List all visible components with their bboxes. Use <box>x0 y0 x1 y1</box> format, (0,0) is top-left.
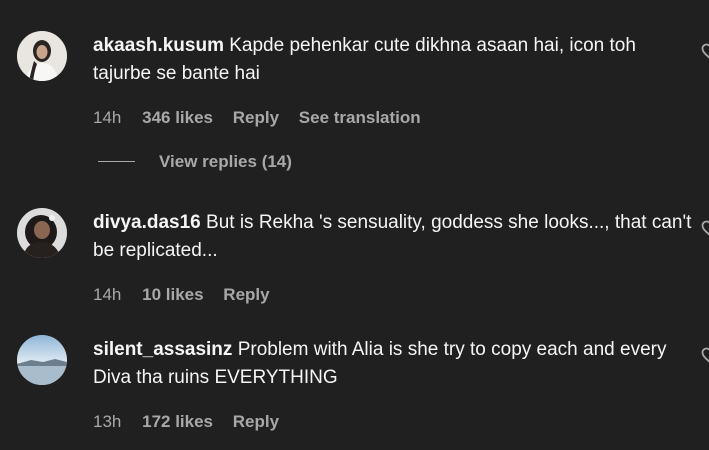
comment-time: 14h <box>93 108 122 127</box>
see-translation-button[interactable]: See translation <box>299 106 421 130</box>
comment-text: akaash.kusum Kapde pehenkar cute dikhna … <box>93 31 693 88</box>
comment-time: 14h <box>93 285 122 304</box>
avatar[interactable] <box>17 335 67 385</box>
comment-username[interactable]: silent_assasinz <box>93 339 232 360</box>
comment-body: silent_assasinz Problem with Alia is she… <box>93 335 693 434</box>
avatar-image <box>17 208 67 258</box>
view-replies-line <box>98 161 135 163</box>
view-replies-button[interactable]: View replies (14) <box>98 150 292 174</box>
avatar[interactable] <box>17 208 67 258</box>
heart-icon[interactable] <box>701 347 709 365</box>
comment-body: divya.das16 But is Rekha 's sensuality, … <box>93 208 693 307</box>
comment-body: akaash.kusum Kapde pehenkar cute dikhna … <box>93 31 693 130</box>
comment-meta: 14h 10 likes Reply <box>93 283 693 307</box>
reply-button[interactable]: Reply <box>233 410 279 434</box>
comment-text: divya.das16 But is Rekha 's sensuality, … <box>93 208 693 265</box>
heart-icon[interactable] <box>701 220 709 238</box>
comment-meta: 13h 172 likes Reply <box>93 410 693 434</box>
comment-likes[interactable]: 10 likes <box>142 283 203 307</box>
heart-icon[interactable] <box>701 43 709 61</box>
comment-time: 13h <box>93 412 122 431</box>
reply-button[interactable]: Reply <box>233 106 279 130</box>
comment-text: silent_assasinz Problem with Alia is she… <box>93 335 693 392</box>
avatar-image <box>17 335 67 385</box>
comment-username[interactable]: divya.das16 <box>93 212 201 233</box>
comment-likes[interactable]: 346 likes <box>142 106 213 130</box>
avatar-image <box>17 31 67 81</box>
reply-button[interactable]: Reply <box>223 283 269 307</box>
comment-username[interactable]: akaash.kusum <box>93 35 224 56</box>
view-replies-label: View replies (14) <box>159 152 292 171</box>
avatar[interactable] <box>17 31 67 81</box>
comments-list: akaash.kusum Kapde pehenkar cute dikhna … <box>0 0 709 450</box>
comment-likes[interactable]: 172 likes <box>142 410 213 434</box>
comment-meta: 14h 346 likes Reply See translation <box>93 106 693 130</box>
